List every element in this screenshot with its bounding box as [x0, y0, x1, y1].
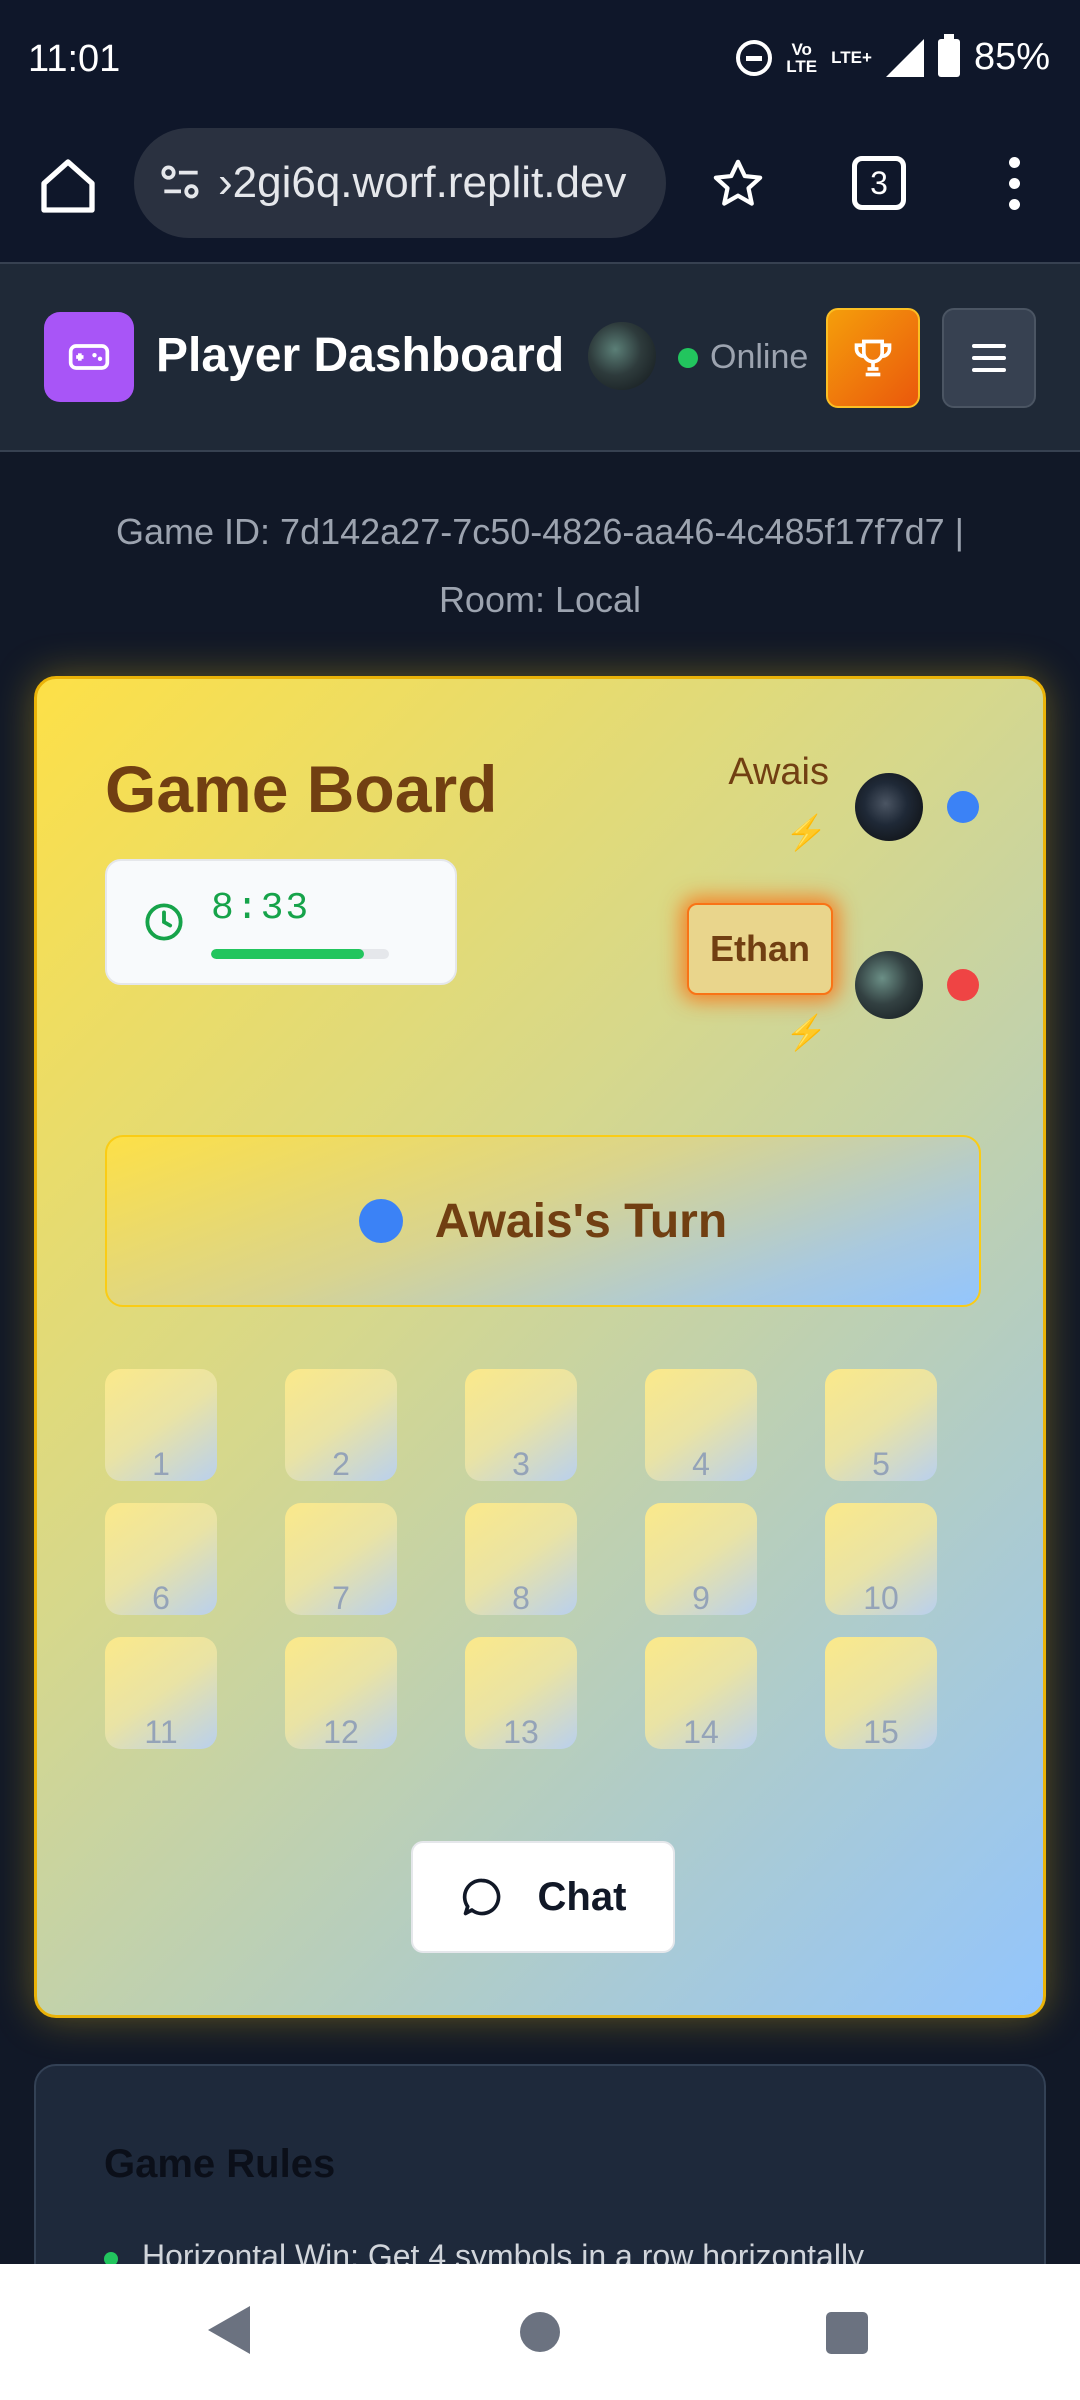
rules-title: Game Rules	[104, 2142, 336, 2186]
user-avatar[interactable]	[588, 322, 656, 390]
board-cell[interactable]: 6	[105, 1503, 217, 1615]
recent-apps-icon[interactable]	[826, 2312, 868, 2354]
cell-number: 2	[332, 1446, 350, 1482]
cell-number: 14	[683, 1714, 719, 1750]
trophy-icon	[854, 339, 892, 377]
player-1-avatar	[855, 773, 923, 841]
board-cell[interactable]: 11	[105, 1637, 217, 1749]
battery-icon	[937, 33, 960, 77]
board-cell[interactable]: 1	[105, 1369, 217, 1481]
timer-progress-fill	[211, 949, 365, 959]
clock-icon	[145, 903, 183, 941]
game-id-text: Game ID: 7d142a27-7c50-4826-aa46-4c485f1…	[116, 511, 964, 552]
board-cell[interactable]: 8	[465, 1503, 577, 1615]
lte-icon: LTE+	[831, 48, 872, 67]
gamepad-icon	[44, 312, 134, 402]
board-cell[interactable]: 4	[645, 1369, 757, 1481]
cell-number: 9	[692, 1580, 710, 1616]
board-cell[interactable]: 7	[285, 1503, 397, 1615]
player-1-color-dot	[947, 791, 979, 823]
home-icon[interactable]	[36, 154, 100, 218]
cell-number: 12	[323, 1714, 359, 1750]
cell-number: 1	[152, 1446, 170, 1482]
board-cell[interactable]: 12	[285, 1637, 397, 1749]
hamburger-menu-icon[interactable]	[942, 308, 1036, 408]
board-cell[interactable]: 13	[465, 1637, 577, 1749]
board-cell[interactable]: 14	[645, 1637, 757, 1749]
turn-text: Awais's Turn	[434, 1194, 728, 1248]
player-2-bolt-icon: ⚡	[785, 1014, 828, 1052]
player-2-color-dot	[947, 969, 979, 1001]
battery-percent: 85%	[973, 36, 1050, 78]
more-options-icon[interactable]	[1000, 152, 1028, 216]
page-title: Player Dashboard	[156, 329, 565, 382]
url-bar[interactable]: ›2gi6q.worf.replit.dev	[134, 128, 666, 238]
game-info: Game ID: 7d142a27-7c50-4826-aa46-4c485f1…	[40, 498, 1040, 634]
system-nav-bar	[0, 2264, 1080, 2400]
cell-number: 8	[512, 1580, 530, 1616]
app-header: Player Dashboard Online	[0, 262, 1080, 452]
do-not-disturb-icon	[736, 39, 773, 76]
player-2-avatar	[855, 951, 923, 1019]
board-cell[interactable]: 2	[285, 1369, 397, 1481]
timer-progress-bar	[211, 949, 389, 959]
back-icon[interactable]	[208, 2306, 250, 2354]
room-text: Room: Local	[438, 579, 642, 620]
online-status-text: Online	[710, 338, 809, 376]
player-2-name: Ethan	[687, 903, 833, 995]
board-cell[interactable]: 9	[645, 1503, 757, 1615]
board-title: Game Board	[105, 752, 498, 826]
site-settings-icon[interactable]	[156, 158, 206, 208]
player-1-name: Awais	[728, 751, 829, 793]
tab-switcher-button[interactable]: 3	[852, 156, 906, 210]
cell-number: 5	[872, 1446, 890, 1482]
board-cell[interactable]: 15	[825, 1637, 937, 1749]
cell-number: 6	[152, 1580, 170, 1616]
cell-number: 4	[692, 1446, 710, 1482]
board-cell[interactable]: 3	[465, 1369, 577, 1481]
board-cell[interactable]: 5	[825, 1369, 937, 1481]
cell-number: 15	[863, 1714, 899, 1750]
game-board-card: Game Board 8:33 Awais ⚡ Ethan ⚡ Awais's …	[34, 676, 1046, 2018]
turn-timer: 8:33	[105, 859, 457, 985]
cell-number: 13	[503, 1714, 539, 1750]
bookmark-star-icon[interactable]	[710, 156, 766, 212]
status-icons: Vo LTE LTE+ 85%	[736, 33, 1050, 79]
cell-number: 10	[863, 1580, 899, 1616]
cell-number: 7	[332, 1580, 350, 1616]
status-bar: 11:01 Vo LTE LTE+ 85%	[0, 0, 1080, 126]
status-time: 11:01	[28, 38, 121, 80]
cell-number: 3	[512, 1446, 530, 1482]
chat-label: Chat	[537, 1874, 627, 1919]
cell-number: 11	[144, 1714, 178, 1750]
browser-toolbar: ›2gi6q.worf.replit.dev 3	[0, 126, 1080, 262]
chat-bubble-icon	[462, 1878, 500, 1916]
home-circle-icon[interactable]	[520, 2312, 560, 2352]
turn-player-dot	[358, 1199, 403, 1243]
chat-button[interactable]: Chat	[411, 1841, 675, 1953]
turn-indicator: Awais's Turn	[105, 1135, 981, 1307]
volte-icon: Vo LTE	[786, 39, 818, 76]
url-text: ›2gi6q.worf.replit.dev	[218, 158, 627, 207]
timer-value: 8:33	[211, 887, 311, 930]
online-status-dot	[678, 348, 698, 368]
board-cell[interactable]: 10	[825, 1503, 937, 1615]
signal-icon	[885, 38, 924, 77]
leaderboard-button[interactable]	[826, 308, 920, 408]
player-1-bolt-icon: ⚡	[785, 814, 828, 852]
